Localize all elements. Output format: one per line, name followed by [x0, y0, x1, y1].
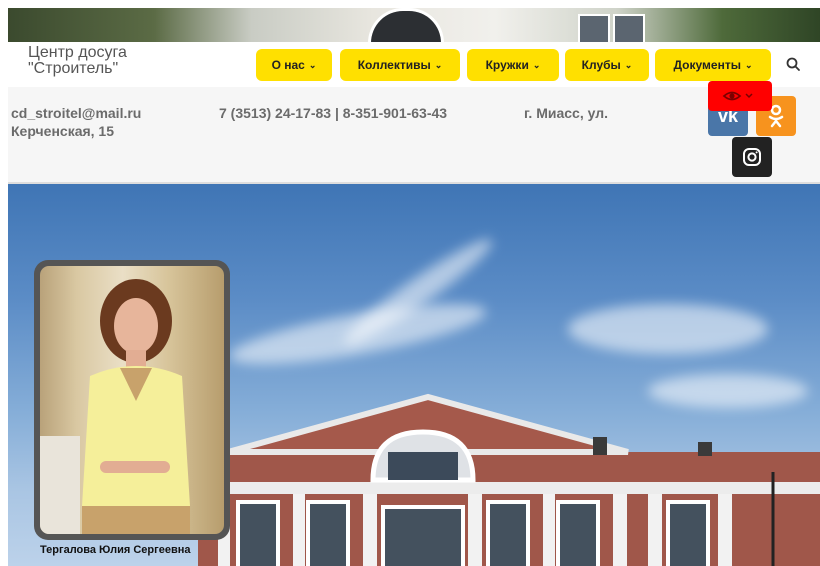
instagram-icon[interactable] [732, 137, 772, 177]
director-name: Тергалова Юлия Сергеевна [40, 544, 191, 556]
site-header: Центр досуга "Строитель" О нас ⌄ Коллекти… [8, 42, 820, 87]
logo-line-1: Центр досуга [28, 44, 127, 61]
nav-about[interactable]: О нас ⌄ [256, 49, 332, 81]
nav-circles[interactable]: Кружки ⌄ [467, 49, 559, 81]
nav-label: Документы [673, 58, 741, 72]
accessibility-toggle[interactable] [708, 81, 772, 111]
page-frame: Центр досуга "Строитель" О нас ⌄ Коллекти… [8, 8, 820, 566]
nav-label: Коллективы [357, 58, 431, 72]
eye-icon [722, 91, 753, 101]
logo-line-2: "Строитель" [28, 60, 119, 77]
cloud [568, 304, 768, 354]
chevron-down-icon: ⌄ [624, 59, 633, 70]
nav-label: Клубы [581, 58, 621, 72]
contact-street: Керченская, 15 [11, 123, 115, 139]
nav-collectives[interactable]: Коллективы ⌄ [340, 49, 460, 81]
contact-city: г. Миасс, ул. [524, 105, 608, 121]
chevron-down-icon: ⌄ [744, 59, 753, 70]
arch-window [368, 8, 444, 45]
director-photo [40, 266, 224, 534]
chevron-down-icon: ⌄ [532, 59, 541, 70]
chevron-down-icon: ⌄ [308, 59, 317, 70]
building-image [198, 393, 820, 566]
chevron-down-icon: ⌄ [434, 59, 443, 70]
contact-phones[interactable]: 7 (3513) 24-17-83 | 8-351-901-63-43 [219, 105, 447, 121]
contacts-bar: cd_stroitel@mail.ru Керченская, 15 7 (35… [8, 87, 820, 184]
nav-label: Кружки [485, 58, 529, 72]
building-window [613, 14, 645, 44]
contact-email[interactable]: cd_stroitel@mail.ru [11, 105, 141, 121]
nav-documents[interactable]: Документы ⌄ [655, 49, 771, 81]
director-portrait-frame [34, 260, 230, 540]
search-icon[interactable] [785, 56, 803, 74]
nav-label: О нас [271, 58, 305, 72]
site-logo[interactable]: Центр досуга "Строитель" [28, 45, 127, 77]
nav-clubs[interactable]: Клубы ⌄ [565, 49, 649, 81]
hero-banner: Тергалова Юлия Сергеевна [8, 184, 820, 566]
building-window [578, 14, 610, 44]
top-photo-strip [8, 8, 820, 45]
person-illustration [40, 279, 190, 534]
